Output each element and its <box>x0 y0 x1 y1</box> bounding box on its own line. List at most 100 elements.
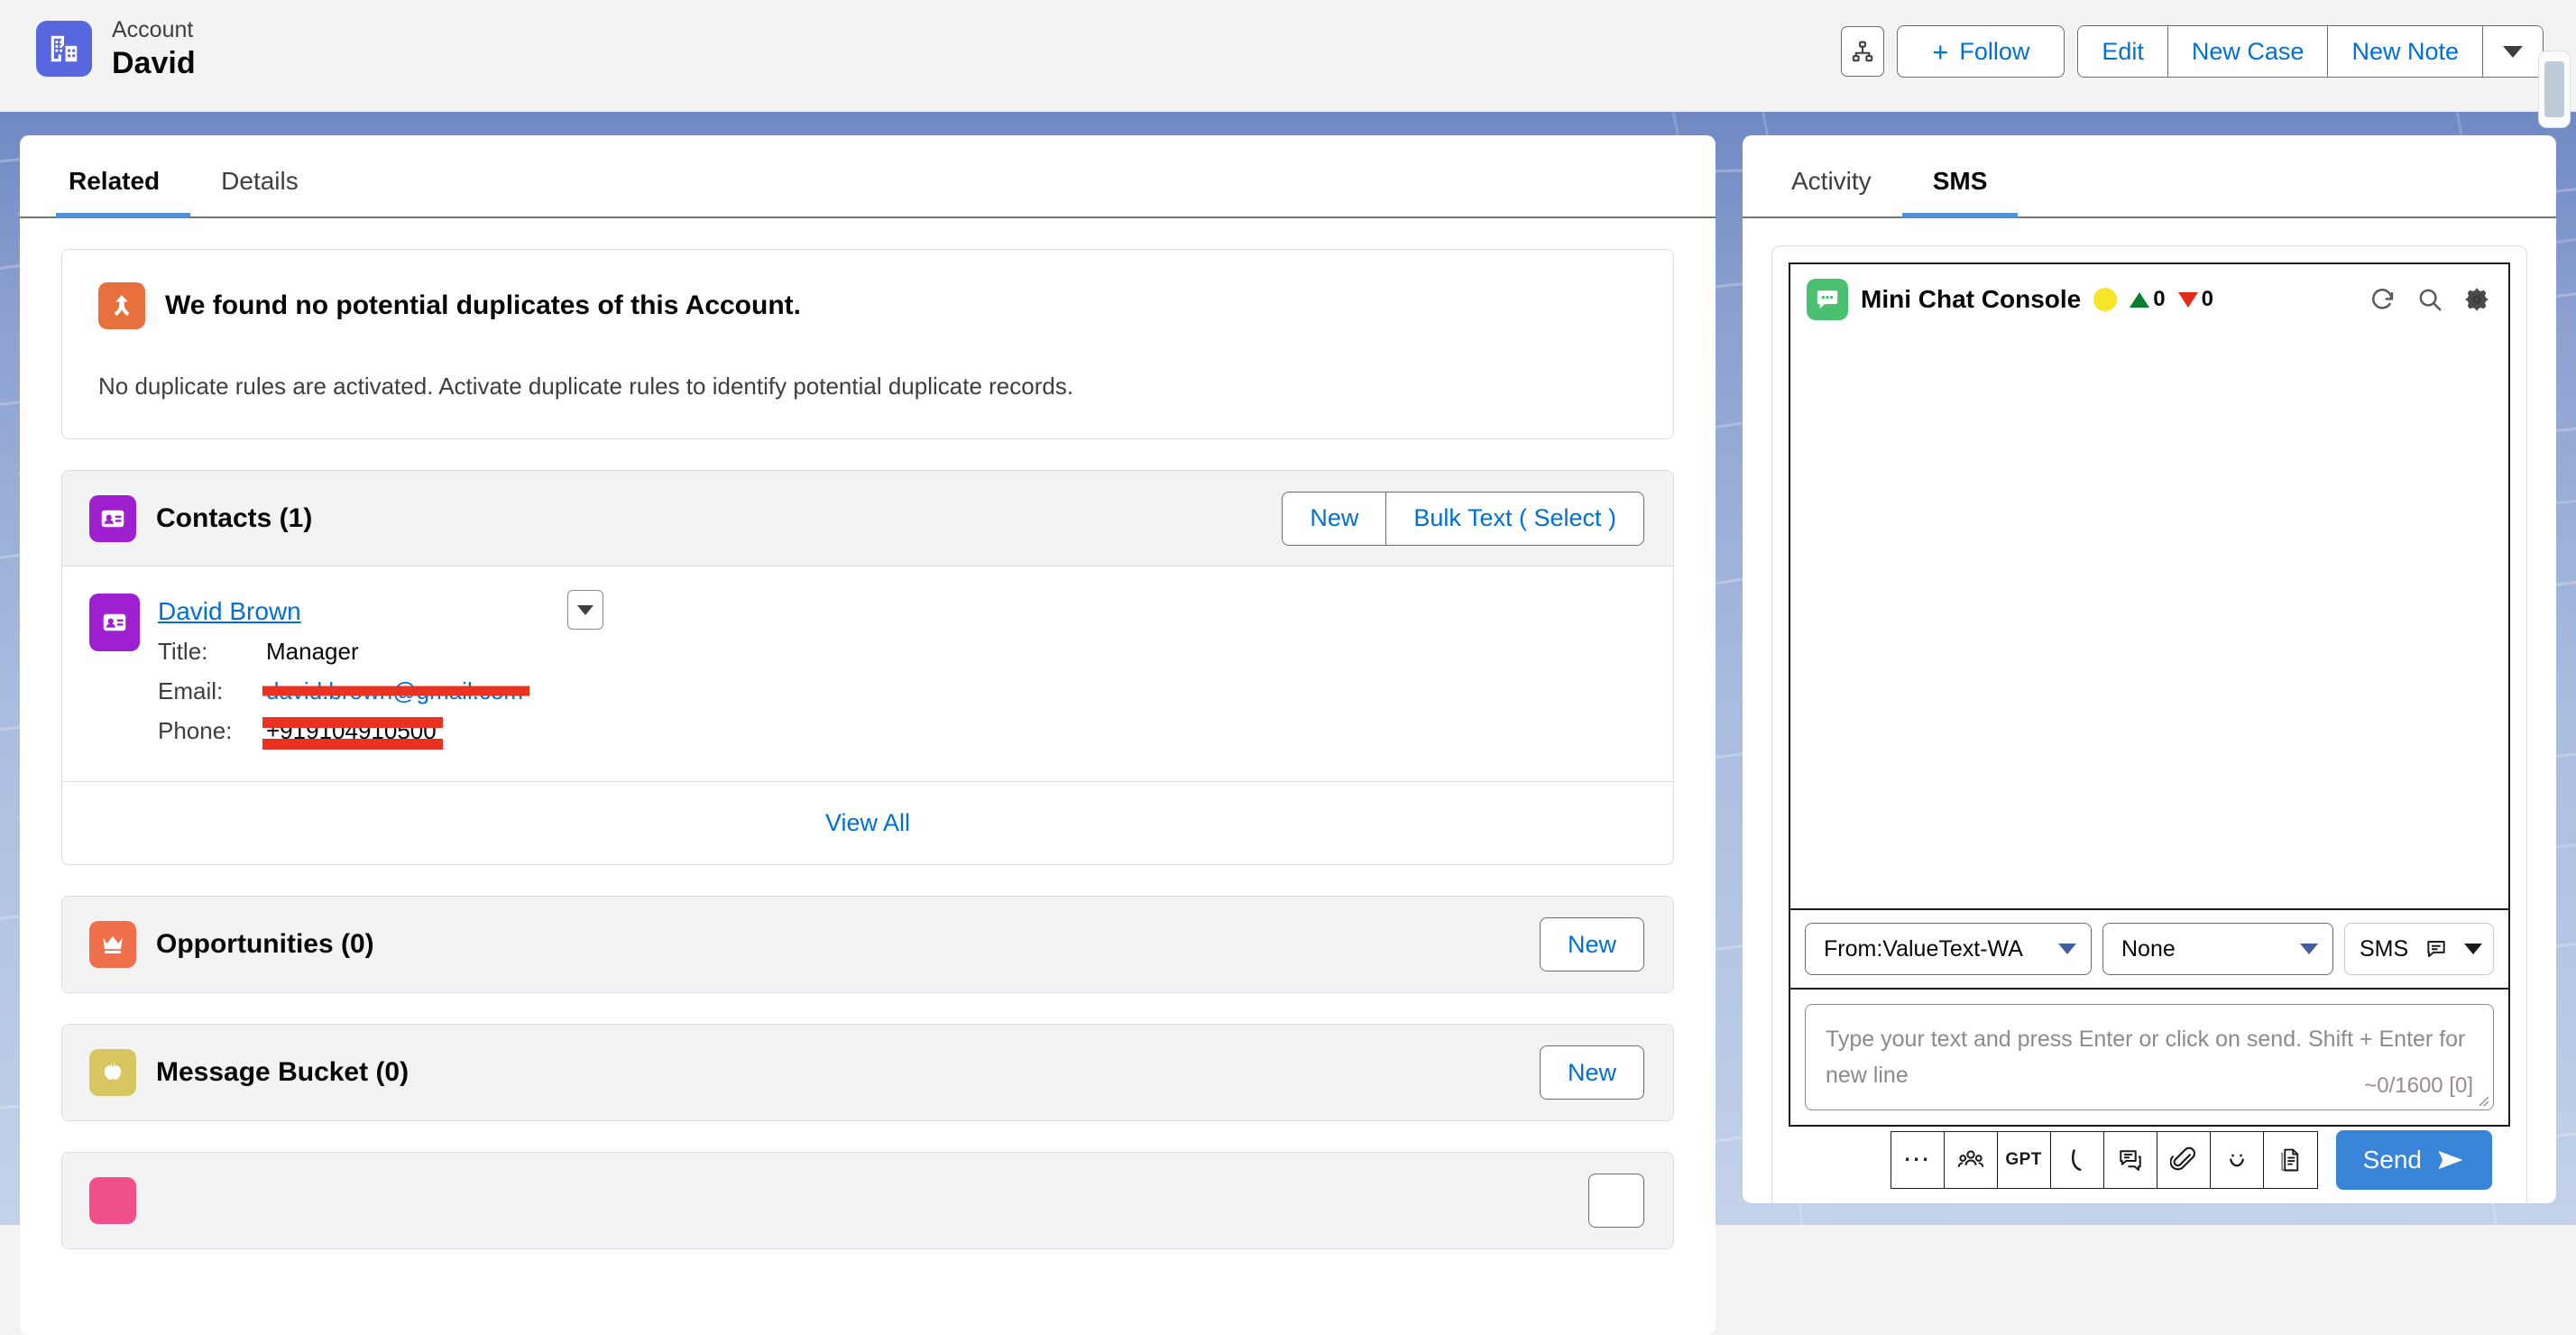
triangle-up-icon <box>2130 292 2149 308</box>
plus-icon: + <box>1932 38 1948 66</box>
hierarchy-icon[interactable] <box>1841 26 1884 77</box>
gear-icon[interactable] <box>2463 286 2490 313</box>
outbound-count-value: 0 <box>2202 287 2213 312</box>
edit-button[interactable]: Edit <box>2078 26 2168 77</box>
contacts-new-button[interactable]: New <box>1283 493 1386 545</box>
chat-input-wrapper: Type your text and press Enter or click … <box>1790 990 2508 1125</box>
message-input[interactable]: Type your text and press Enter or click … <box>1805 1004 2494 1110</box>
chat-select-row: From:ValueText-WA None SMS <box>1790 910 2508 990</box>
crown-icon <box>89 921 136 968</box>
opportunities-card-header: Opportunities (0) New <box>62 897 1673 992</box>
template-select[interactable]: None <box>2102 923 2333 975</box>
triangle-down-icon <box>2178 292 2198 308</box>
message-bucket-title: Message Bucket (0) <box>156 1057 409 1088</box>
main-content-panel: Related Details We found no potential du… <box>20 135 1716 1335</box>
contacts-title: Contacts (1) <box>156 503 312 534</box>
inbound-count-value: 0 <box>2153 287 2165 312</box>
chat-console-title: Mini Chat Console <box>1861 285 2081 314</box>
contact-field-title: Title: Manager <box>158 633 523 669</box>
apple-icon <box>89 1049 136 1096</box>
contacts-view-all-link[interactable]: View All <box>62 781 1673 864</box>
record-action-group: Edit New Case New Note <box>2077 25 2544 78</box>
chat-reply-icon[interactable] <box>2104 1132 2157 1188</box>
chevron-down-icon <box>577 605 593 615</box>
chevron-down-icon <box>2503 46 2523 58</box>
from-number-select[interactable]: From:ValueText-WA <box>1805 923 2092 975</box>
message-bucket-card: Message Bucket (0) New <box>61 1024 1674 1121</box>
left-tab-strip: Related Details <box>20 135 1716 218</box>
contact-field-email: Email: david.brown@gmail.com <box>158 673 523 709</box>
duplicates-card: We found no potential duplicates of this… <box>61 249 1674 439</box>
from-number-value: From:ValueText-WA <box>1824 936 2023 962</box>
new-note-button[interactable]: New Note <box>2328 26 2483 77</box>
search-icon[interactable] <box>2416 286 2443 313</box>
panel-collapse-handle[interactable] <box>2538 51 2571 128</box>
paperclip-icon[interactable] <box>2157 1132 2211 1188</box>
next-list-new-button[interactable] <box>1588 1174 1644 1228</box>
bulk-text-button[interactable]: Bulk Text ( Select ) <box>1386 493 1643 545</box>
gpt-icon[interactable]: GPT <box>1998 1132 2051 1188</box>
contact-card-icon <box>89 495 136 542</box>
channel-select[interactable]: SMS <box>2344 923 2494 975</box>
contact-card-icon <box>89 594 140 651</box>
contact-row-menu-button[interactable] <box>567 590 603 630</box>
record-actions: + Follow Edit New Case New Note <box>1841 25 2544 78</box>
field-label: Phone: <box>158 713 266 749</box>
chat-console-header: Mini Chat Console 0 0 <box>1790 264 2508 335</box>
contact-name-link[interactable]: David Brown <box>158 594 523 630</box>
redaction-bar <box>262 686 529 696</box>
opportunities-new-button[interactable]: New <box>1540 917 1644 971</box>
contacts-card-header: Contacts (1) New Bulk Text ( Select ) <box>62 471 1673 566</box>
redaction-bar <box>262 717 443 728</box>
redaction-bar <box>262 739 443 750</box>
phone-icon[interactable] <box>2051 1132 2104 1188</box>
document-icon[interactable] <box>2264 1132 2317 1188</box>
outbound-count: 0 <box>2178 287 2213 312</box>
contact-list: David Brown Title: Manager Email: david.… <box>62 566 1673 781</box>
refresh-icon[interactable] <box>2369 286 2397 313</box>
chat-message-list[interactable] <box>1790 335 2508 910</box>
emoji-icon[interactable] <box>2211 1132 2264 1188</box>
field-value: Manager <box>266 633 359 669</box>
chat-console-wrapper: Mini Chat Console 0 0 <box>1771 245 2527 1203</box>
tab-related[interactable]: Related <box>56 166 190 216</box>
tab-details[interactable]: Details <box>190 166 329 216</box>
right-utility-panel: Activity SMS Mini Chat Console <box>1743 135 2556 1203</box>
message-icon <box>2424 937 2448 961</box>
chevron-down-icon <box>2464 944 2482 954</box>
record-identity: Account David <box>36 16 196 81</box>
new-case-button[interactable]: New Case <box>2168 26 2329 77</box>
follow-label: Follow <box>1959 38 2029 66</box>
send-button[interactable]: Send <box>2336 1130 2492 1190</box>
tab-sms[interactable]: SMS <box>1902 166 2019 216</box>
chevron-down-icon <box>2058 944 2076 954</box>
contacts-card: Contacts (1) New Bulk Text ( Select ) <box>61 470 1674 865</box>
more-options-icon[interactable]: ⋯ <box>1891 1132 1945 1188</box>
duplicates-title: We found no potential duplicates of this… <box>165 290 801 321</box>
opportunities-card: Opportunities (0) New <box>61 896 1674 993</box>
building-icon <box>36 21 92 77</box>
duplicates-body-text: No duplicate rules are activated. Activa… <box>98 373 1637 400</box>
record-type-label: Account <box>112 16 196 43</box>
mini-chat-console: Mini Chat Console 0 0 <box>1789 262 2510 1127</box>
send-label: Send <box>2363 1146 2422 1174</box>
right-tab-strip: Activity SMS <box>1743 135 2556 218</box>
field-value-redacted[interactable]: +919104910500 <box>266 713 437 749</box>
field-label: Title: <box>158 633 266 669</box>
field-value-redacted[interactable]: david.brown@gmail.com <box>266 673 523 709</box>
duplicates-header: We found no potential duplicates of this… <box>98 282 1637 329</box>
character-counter: ~0/1600 [0] <box>2364 1073 2473 1099</box>
channel-value: SMS <box>2360 936 2408 962</box>
group-people-icon[interactable] <box>1945 1132 1998 1188</box>
chat-tool-group: ⋯ GPT <box>1891 1131 2318 1189</box>
gpt-label: GPT <box>2005 1150 2042 1170</box>
merge-duplicates-icon <box>98 282 145 329</box>
handle-grip <box>2544 61 2564 117</box>
tab-activity[interactable]: Activity <box>1779 166 1902 216</box>
chat-bubble-icon <box>1807 279 1848 320</box>
message-bucket-new-button[interactable]: New <box>1540 1045 1644 1100</box>
follow-button[interactable]: + Follow <box>1897 25 2065 78</box>
more-actions-button[interactable] <box>2483 26 2543 77</box>
inbound-count: 0 <box>2130 287 2165 312</box>
resize-grip-icon[interactable] <box>2475 1092 2489 1107</box>
